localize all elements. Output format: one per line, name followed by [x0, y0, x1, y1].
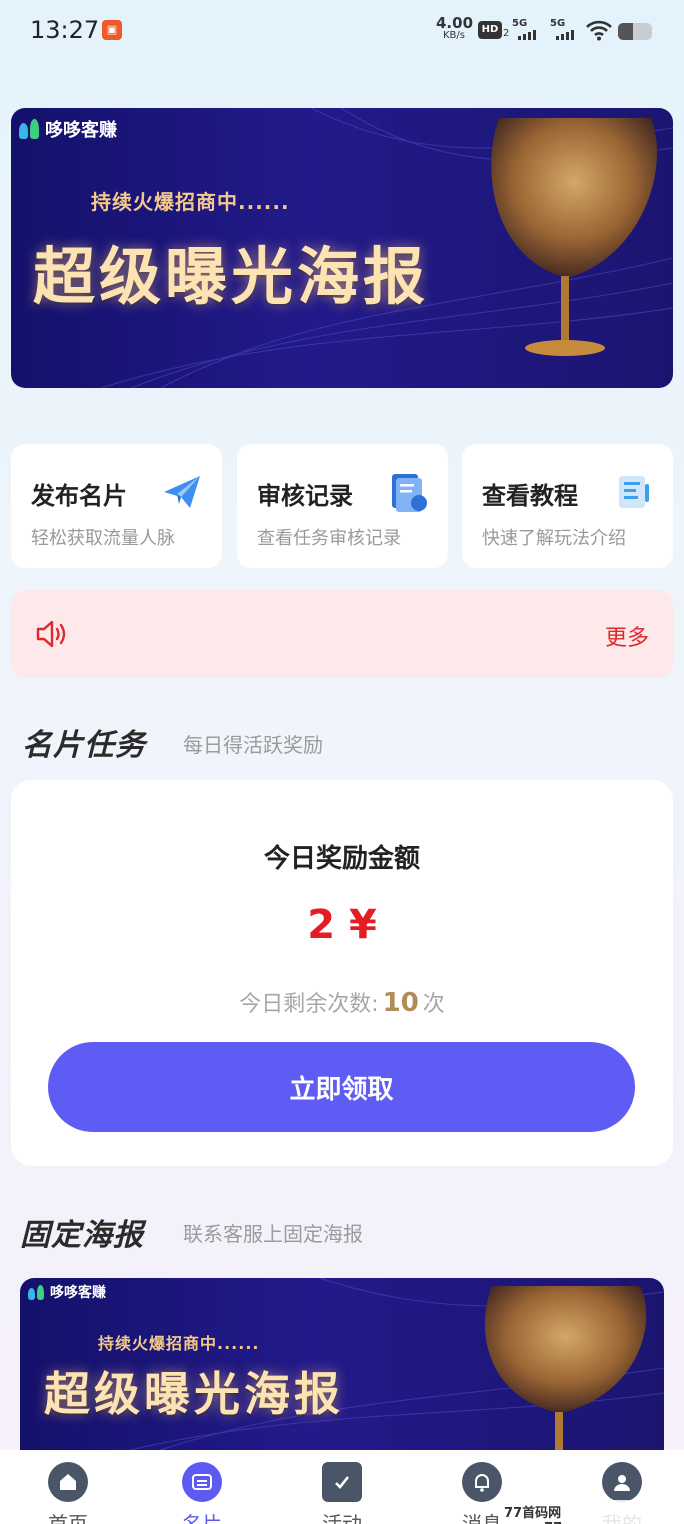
promo-banner[interactable]: 哆哆客赚 持续火爆招商中...... 超级曝光海报 — [11, 108, 673, 388]
signal-icon-2: 5G — [550, 18, 580, 40]
tab-home[interactable]: 首页 — [0, 1450, 136, 1524]
hd-icon: HD — [478, 21, 502, 39]
banner-tagline: 持续火爆招商中...... — [91, 190, 290, 214]
brand-logo-icon-2 — [28, 1284, 44, 1300]
banner-tagline-2: 持续火爆招商中...... — [98, 1334, 260, 1353]
remaining-count: 今日剩余次数: 10 次 — [239, 988, 445, 1018]
profile-icon — [602, 1462, 642, 1502]
bell-icon — [462, 1462, 502, 1502]
section-title-fixed-poster: 固定海报 — [20, 1218, 144, 1253]
banner-headline: 超级曝光海报 — [33, 240, 430, 313]
section-title-card-task: 名片任务 — [22, 728, 146, 763]
wifi-icon — [586, 20, 612, 41]
banner-headline-2: 超级曝光海报 — [44, 1367, 344, 1421]
tutorial-doc-icon — [619, 476, 649, 508]
card-icon — [182, 1462, 222, 1502]
network-speed: 4.00 KB/s — [436, 14, 474, 41]
app-notification-icon: ▣ — [102, 20, 122, 40]
card-review[interactable]: 审核记录 查看任务审核记录 — [237, 444, 448, 568]
brand-logo-icon — [19, 119, 39, 139]
reward-label: 今日奖励金额 — [263, 844, 420, 874]
tab-activity[interactable]: 活动 — [274, 1450, 410, 1524]
card-tutorial[interactable]: 查看教程 快速了解玩法介绍 — [462, 444, 673, 568]
card-publish[interactable]: 发布名片 轻松获取流量人脉 — [11, 444, 222, 568]
activity-icon — [322, 1462, 362, 1502]
battery-icon — [618, 23, 652, 40]
section-subtitle-fixed-poster: 联系客服上固定海报 — [183, 1222, 363, 1246]
brand-2: 哆哆客赚 — [28, 1282, 106, 1302]
section-subtitle-card-task: 每日得活跃奖励 — [183, 733, 323, 757]
hd-sub: 2 — [503, 28, 510, 39]
signal-icon: 5G — [512, 18, 542, 40]
fixed-poster-banner[interactable]: 哆哆客赚 持续火爆招商中...... 超级曝光海报 — [20, 1278, 664, 1450]
paper-plane-icon — [164, 476, 200, 508]
claim-button[interactable]: 立即领取 — [48, 1042, 635, 1132]
notice-bar[interactable]: 更多 — [11, 590, 673, 678]
reward-card: 今日奖励金额 2 ¥ 今日剩余次数: 10 次 立即领取 — [11, 780, 673, 1166]
tab-card[interactable]: 名片 — [134, 1450, 270, 1524]
status-time: 13:27 — [30, 16, 100, 44]
watermark: 77首码网 www.77smw.com — [498, 1500, 684, 1524]
home-icon — [48, 1462, 88, 1502]
notice-more-link[interactable]: 更多 — [605, 620, 649, 652]
status-bar: 13:27 ▣ 4.00 KB/s HD 2 5G 5G — [0, 0, 684, 62]
brand: 哆哆客赚 — [19, 116, 117, 142]
document-review-icon — [392, 474, 427, 512]
speaker-icon — [36, 620, 66, 648]
reward-amount: 2 ¥ — [307, 902, 377, 948]
